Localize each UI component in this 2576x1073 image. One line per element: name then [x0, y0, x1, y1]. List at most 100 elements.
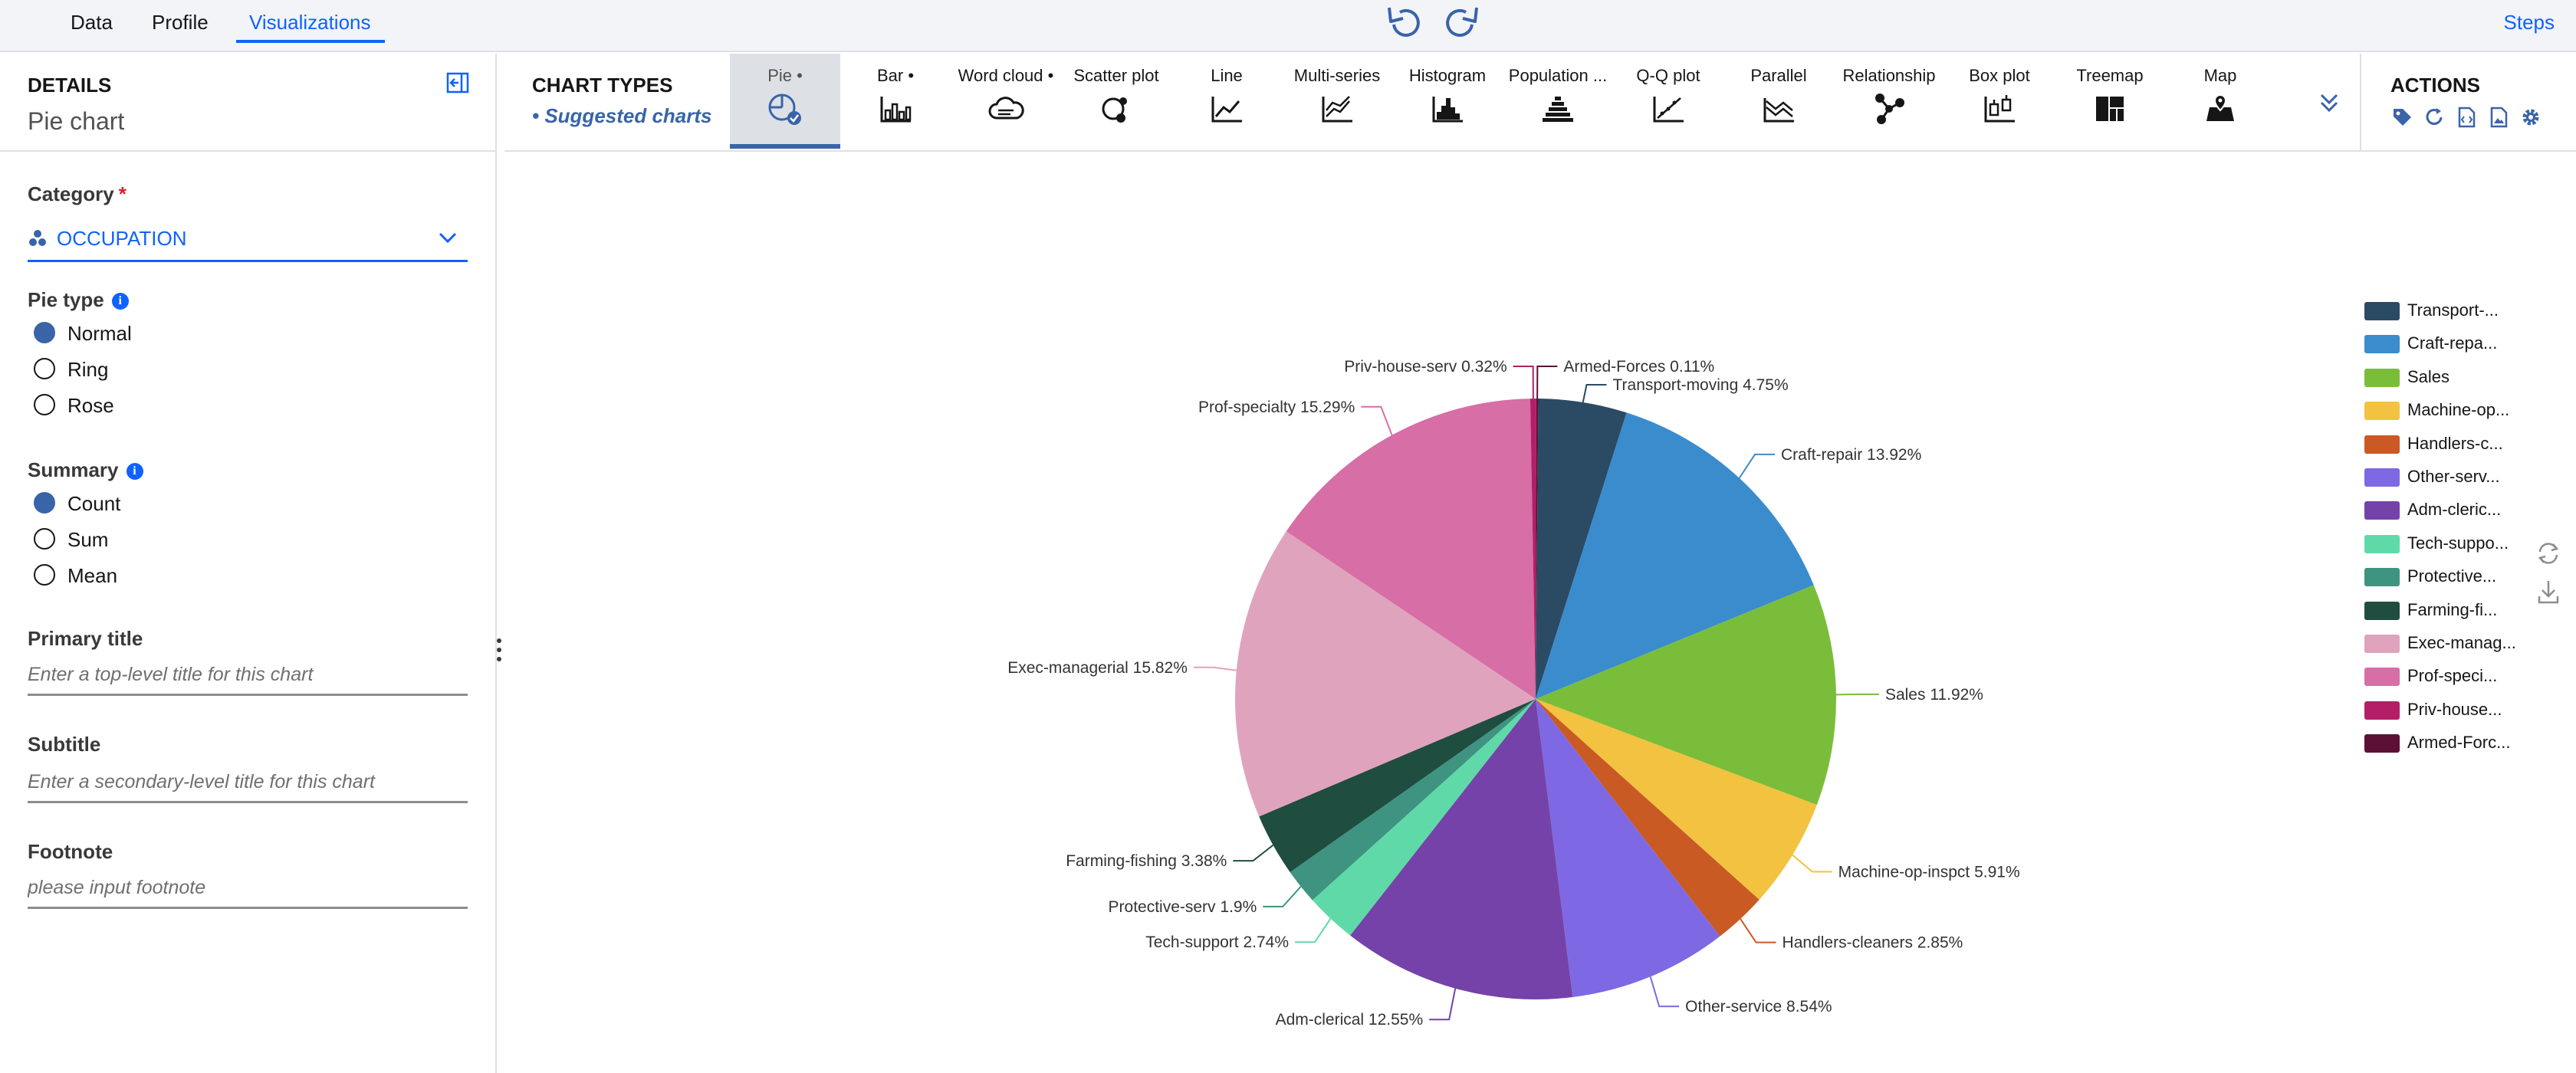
legend-label: Tech-suppo...	[2407, 533, 2509, 553]
details-heading: DETAILS	[28, 74, 112, 97]
legend-label: Transport-...	[2407, 300, 2499, 320]
chart-type-qq-plot[interactable]: Q-Q plot	[1613, 54, 1723, 149]
legend-item[interactable]: Machine-op...	[2364, 394, 2564, 427]
slice-label: Farming-fishing 3.38%	[1066, 852, 1227, 870]
label-leader-line	[1513, 366, 1534, 399]
chart-type-treemap[interactable]: Treemap	[2055, 54, 2165, 149]
undo-button[interactable]	[1383, 2, 1426, 41]
category-select[interactable]: OCCUPATION	[28, 216, 468, 262]
panel-resize-handle[interactable]	[495, 635, 503, 665]
tab-visualizations[interactable]: Visualizations	[249, 0, 371, 44]
legend-label: Machine-op...	[2407, 400, 2510, 420]
more-chart-types-button[interactable]	[2314, 87, 2344, 118]
radio-indicator	[34, 564, 55, 586]
legend-item[interactable]: Priv-house...	[2364, 694, 2564, 727]
legend-item[interactable]: Exec-manag...	[2364, 627, 2564, 660]
legend-item[interactable]: Other-serv...	[2364, 461, 2564, 494]
tab-profile[interactable]: Profile	[152, 0, 209, 44]
category-select-value: OCCUPATION	[57, 227, 187, 250]
radio-indicator	[34, 358, 55, 379]
suggested-charts-link[interactable]: • Suggested charts	[532, 104, 712, 128]
primary-title-input[interactable]	[28, 656, 468, 696]
legend-item[interactable]: Armed-Forc...	[2364, 727, 2564, 760]
legend-item[interactable]: Prof-speci...	[2364, 660, 2564, 693]
chart-type-scatter-plot[interactable]: Scatter plot	[1061, 54, 1171, 149]
chart-type-relationship[interactable]: Relationship	[1834, 54, 1944, 149]
refresh-action-button[interactable]	[2423, 106, 2446, 129]
drag-handle-icon	[497, 638, 501, 661]
steps-link[interactable]: Steps	[2504, 0, 2555, 44]
slice-label: Priv-house-serv 0.32%	[1344, 358, 1506, 376]
actions-panel: ACTIONS	[2360, 54, 2576, 150]
legend-item[interactable]: Handlers-c...	[2364, 428, 2564, 461]
image-action-button[interactable]	[2487, 106, 2510, 129]
chart-types-toolbar: CHART TYPES • Suggested charts Pie • Bar…	[504, 54, 2576, 152]
label-leader-line	[1233, 844, 1274, 862]
chart-type-multi-series[interactable]: Multi-series	[1282, 54, 1392, 149]
redo-button[interactable]	[1440, 2, 1483, 41]
slice-label: Other-service 8.54%	[1685, 998, 1832, 1016]
settings-action-button[interactable]	[2519, 106, 2542, 129]
legend-swatch	[2364, 501, 2400, 520]
info-icon[interactable]: i	[111, 293, 129, 310]
legend-item[interactable]: Craft-repa...	[2364, 327, 2564, 360]
subtitle-input[interactable]	[28, 763, 468, 803]
label-leader-line	[1582, 384, 1607, 403]
legend-item[interactable]: Adm-cleric...	[2364, 494, 2564, 527]
pie-type-label: Pie type i	[28, 288, 129, 312]
radio-label: Rose	[67, 394, 114, 417]
chart-type-pie[interactable]: Pie •	[730, 54, 840, 149]
legend-label: Protective...	[2407, 566, 2497, 586]
chart-type-word-cloud[interactable]: Word cloud •	[951, 54, 1061, 149]
slice-label: Adm-clerical 12.55%	[1276, 1011, 1424, 1029]
settings-icon	[2522, 109, 2539, 126]
histogram-icon	[1432, 97, 1463, 123]
refresh-icon	[2426, 108, 2443, 125]
reset-view-button[interactable]	[2533, 538, 2564, 569]
category-field-icon	[29, 230, 46, 246]
chart-types-heading: CHART TYPES	[532, 74, 673, 97]
label-leader-line	[1738, 453, 1776, 479]
chart-type-population-pyramid[interactable]: Population ...	[1503, 54, 1613, 149]
box-plot-icon	[1984, 95, 2015, 123]
bar-chart-icon	[880, 97, 912, 123]
legend-label: Sales	[2407, 366, 2450, 386]
chart-type-line[interactable]: Line	[1171, 54, 1282, 149]
tab-data[interactable]: Data	[71, 0, 113, 44]
chart-type-label: Histogram	[1408, 66, 1487, 85]
legend-swatch	[2364, 534, 2400, 553]
label-leader-line	[1835, 693, 1879, 696]
chart-type-label: Population ...	[1508, 66, 1608, 85]
slice-label: Protective-serv 1.9%	[1109, 898, 1257, 916]
label-leader-line	[1649, 976, 1680, 1008]
download-icon	[2538, 581, 2559, 604]
legend-label: Adm-cleric...	[2407, 500, 2502, 520]
radio-label: Mean	[67, 564, 118, 587]
footnote-input[interactable]	[28, 869, 468, 909]
chart-type-bar[interactable]: Bar •	[840, 54, 951, 149]
chart-type-label: Line	[1211, 66, 1243, 85]
chart-type-map[interactable]: Map	[2165, 54, 2275, 149]
radio-indicator-checked	[34, 492, 55, 514]
legend-swatch	[2364, 435, 2400, 454]
summary-label: Summary i	[28, 458, 143, 482]
pie-chart-icon	[768, 94, 801, 125]
tag-action-button[interactable]	[2390, 106, 2413, 129]
collapse-panel-button[interactable]	[446, 72, 469, 94]
legend-swatch	[2364, 601, 2400, 620]
relationship-icon	[1875, 94, 1904, 124]
chart-type-histogram[interactable]: Histogram	[1392, 54, 1503, 149]
radio-indicator	[34, 528, 55, 550]
radio-label: Sum	[67, 528, 109, 551]
refresh-icon	[2538, 543, 2559, 564]
legend-item[interactable]: Sales	[2364, 361, 2564, 394]
info-icon[interactable]: i	[126, 463, 143, 480]
download-chart-button[interactable]	[2533, 576, 2564, 607]
legend-item[interactable]: Transport-...	[2364, 294, 2564, 327]
chart-type-parallel[interactable]: Parallel	[1723, 54, 1834, 149]
multi-series-icon	[1322, 96, 1352, 123]
legend-swatch	[2364, 368, 2400, 387]
chart-type-box-plot[interactable]: Box plot	[1944, 54, 2055, 149]
code-action-button[interactable]	[2455, 106, 2478, 129]
chart-type-label: Q-Q plot	[1636, 66, 1700, 85]
